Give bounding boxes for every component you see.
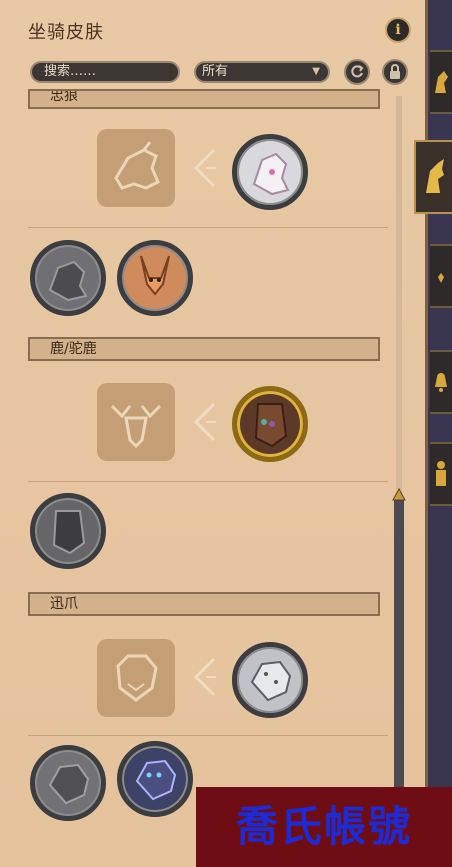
side-tab-bell[interactable] — [430, 350, 452, 414]
wings-icon — [434, 269, 448, 283]
skin-wolf-selected[interactable] — [232, 134, 308, 210]
side-tab-mount[interactable] — [430, 50, 452, 114]
horse-head-icon — [435, 71, 448, 93]
section-title: 鹿/驼鹿 — [50, 341, 97, 357]
skin-claw-option-2[interactable] — [117, 741, 193, 817]
bell-icon — [435, 373, 447, 392]
refresh-button[interactable] — [344, 59, 370, 85]
fox-skin-icon — [140, 255, 170, 296]
search-input[interactable]: 搜索…… — [30, 61, 180, 83]
side-tab-unicorn[interactable] — [414, 140, 452, 214]
arrow-left-icon — [193, 148, 216, 188]
watermark: 喬氏帳號 — [196, 787, 452, 867]
blue-panther-skin-icon — [135, 759, 177, 801]
moose-silhouette-icon — [110, 404, 162, 449]
skin-wolf-option-1[interactable] — [30, 240, 106, 316]
grey-wolf-skin-icon — [48, 260, 88, 302]
scroll-up-icon — [392, 488, 406, 501]
chevron-down-icon: ▼ — [312, 66, 320, 77]
section-title: 忠狼 — [50, 89, 78, 104]
filter-dropdown[interactable]: 所有 ▼ — [194, 61, 330, 83]
refresh-icon — [351, 65, 364, 78]
skin-claw-option-1[interactable] — [30, 745, 106, 821]
section-title: 迅爪 — [50, 596, 78, 612]
section-header-claw: 迅爪 — [28, 592, 380, 616]
lock-icon — [390, 64, 400, 79]
grey-leopard-skin-icon — [48, 763, 90, 805]
skin-claw-selected[interactable] — [232, 642, 308, 718]
cat-silhouette-icon — [116, 654, 158, 702]
grey-deer-skin-icon — [52, 510, 86, 555]
unicorn-icon — [426, 159, 444, 193]
panel-title: 坐骑皮肤 — [28, 22, 104, 43]
mount-skins-panel: 坐骑皮肤 i 搜索…… 所有 ▼ 忠狼 鹿/驼鹿 迅爪 — [0, 0, 428, 867]
default-skin-slot — [97, 383, 175, 461]
side-tab-character[interactable] — [430, 442, 452, 506]
filter-value: 所有 — [202, 64, 229, 79]
section-header-deer: 鹿/驼鹿 — [28, 337, 380, 361]
info-icon[interactable]: i — [385, 17, 411, 43]
side-tab-wings[interactable] — [430, 244, 452, 308]
default-skin-slot — [97, 639, 175, 717]
section-header-wolf: 忠狼 — [28, 89, 380, 109]
hooded-deer-skin-icon — [254, 403, 288, 448]
lock-button[interactable] — [382, 59, 408, 85]
skin-deer-option-1[interactable] — [30, 493, 106, 569]
scrollbar-thumb[interactable] — [394, 498, 404, 788]
row-divider — [28, 481, 388, 482]
white-wolf-skin-icon — [252, 152, 290, 196]
skin-wolf-option-2[interactable] — [117, 240, 193, 316]
character-icon — [436, 461, 446, 486]
wolf-silhouette-icon — [114, 141, 160, 190]
arrow-left-icon — [193, 402, 216, 442]
default-skin-slot — [97, 129, 175, 207]
row-divider — [28, 227, 388, 228]
skin-deer-selected[interactable] — [232, 386, 308, 462]
row-divider — [28, 735, 388, 736]
arrow-left-icon — [193, 657, 216, 697]
snow-leopard-skin-icon — [250, 660, 292, 702]
